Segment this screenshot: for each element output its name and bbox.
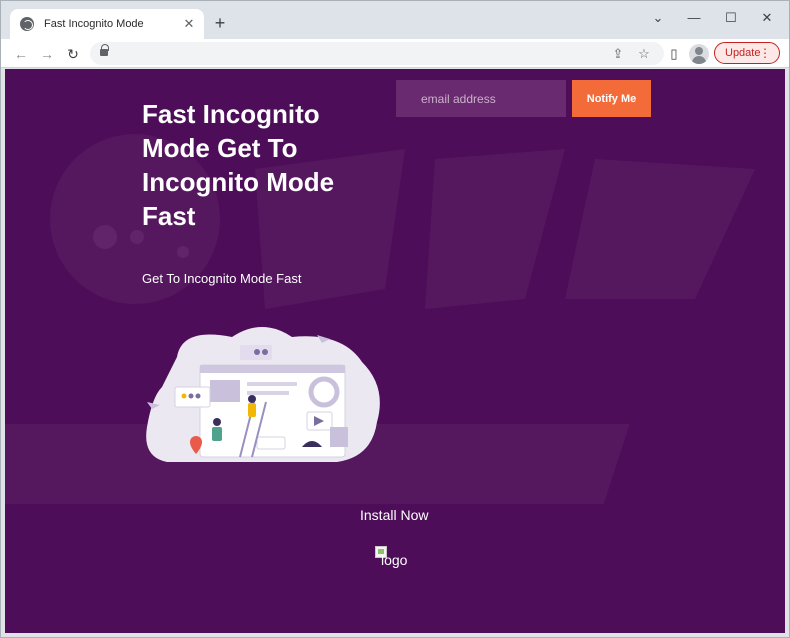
globe-icon	[20, 17, 34, 31]
tab-title: Fast Incognito Mode	[44, 18, 144, 30]
notify-me-button[interactable]: Notify Me	[572, 80, 651, 117]
browser-window: Fast Incognito Mode ✕ + ⌄ — ☐ ✕ ← → ↻ ⇪ …	[0, 0, 790, 638]
close-window-button[interactable]: ✕	[754, 7, 780, 29]
reload-button[interactable]: ↻	[63, 44, 83, 64]
update-button[interactable]: Update ⋮	[714, 42, 780, 64]
menu-dots-icon[interactable]: ⋮	[759, 46, 771, 60]
logo-image-broken: logo	[375, 546, 421, 568]
side-panel-icon[interactable]: ▯	[664, 44, 684, 64]
profile-avatar-icon[interactable]	[689, 44, 709, 64]
hero-illustration	[146, 327, 380, 462]
logo-alt-text: logo	[381, 552, 408, 568]
browser-toolbar: ← → ↻ ⇪ ☆ ▯ Update ⋮	[1, 39, 789, 68]
new-tab-button[interactable]: +	[210, 13, 230, 33]
install-now-link[interactable]: Install Now	[360, 507, 428, 523]
share-icon[interactable]: ⇪	[608, 44, 628, 64]
back-button[interactable]: ←	[11, 44, 31, 64]
tab-strip: Fast Incognito Mode ✕ + ⌄ — ☐ ✕	[1, 1, 789, 39]
email-input[interactable]	[396, 80, 566, 117]
maximize-button[interactable]: ☐	[718, 7, 744, 29]
address-bar[interactable]: ⇪ ☆	[90, 42, 664, 65]
tab-search-icon[interactable]: ⌄	[645, 7, 671, 29]
bookmark-star-icon[interactable]: ☆	[634, 44, 654, 64]
lock-icon[interactable]	[100, 44, 109, 58]
close-icon[interactable]: ✕	[182, 17, 196, 31]
tab-active[interactable]: Fast Incognito Mode ✕	[10, 9, 204, 39]
page-headline: Fast Incognito Mode Get To Incognito Mod…	[142, 99, 335, 231]
forward-button[interactable]: →	[37, 44, 57, 64]
page-subheadline: Get To Incognito Mode Fast	[142, 271, 302, 286]
page-content: Fast Incognito Mode Get To Incognito Mod…	[5, 69, 785, 633]
update-label: Update	[725, 47, 761, 59]
minimize-button[interactable]: —	[681, 7, 707, 29]
